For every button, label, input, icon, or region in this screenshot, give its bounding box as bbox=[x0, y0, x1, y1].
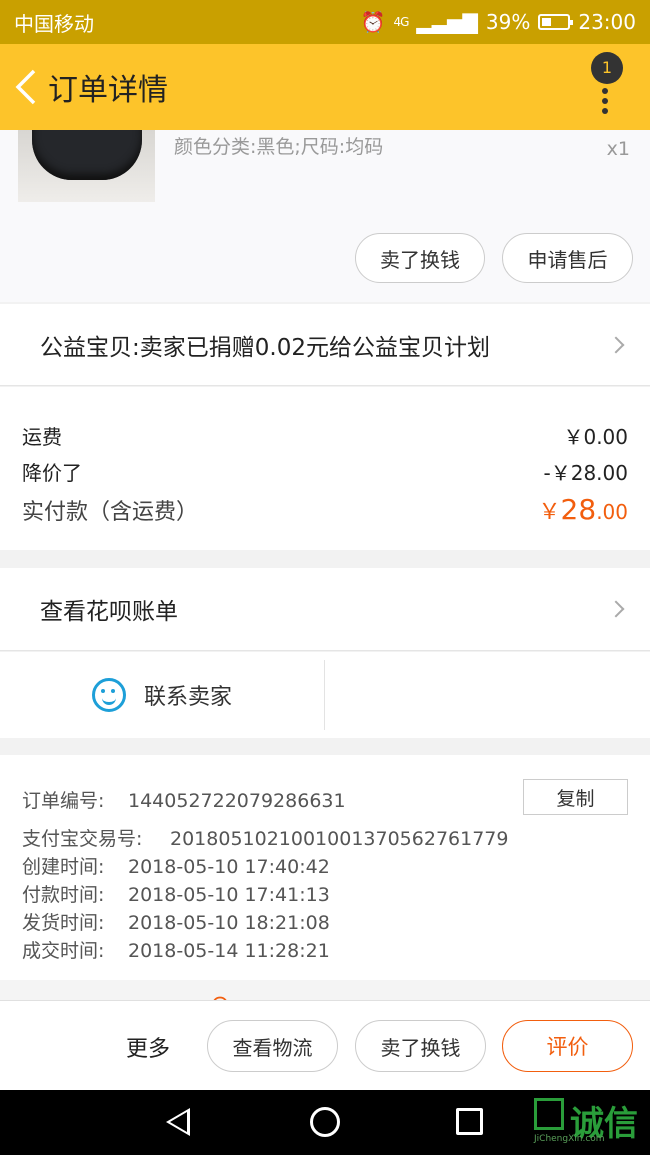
copy-button[interactable]: 复制 bbox=[523, 779, 628, 815]
paid-label: 实付款（含运费） bbox=[22, 500, 199, 525]
shipped-label: 发货时间: bbox=[22, 912, 105, 934]
discount-label: 降价了 bbox=[22, 461, 82, 485]
more-menu-button[interactable]: 1 bbox=[590, 52, 630, 122]
logistics-button[interactable]: 查看物流 bbox=[207, 1020, 338, 1072]
product-sku: 颜色分类:黑色;尺码:均码 bbox=[174, 136, 384, 158]
charity-text: 公益宝贝:卖家已捐赠0.02元给公益宝贝计划 bbox=[40, 334, 490, 361]
nav-home-icon[interactable] bbox=[310, 1107, 340, 1137]
chevron-left-icon bbox=[15, 69, 36, 105]
system-nav-bar: 诚信 JiChengXin.com bbox=[0, 1090, 650, 1155]
review-button[interactable]: 评价 bbox=[502, 1020, 633, 1072]
product-card: 颜色分类:黑色;尺码:均码 x1 卖了换钱 申请售后 bbox=[0, 130, 650, 302]
more-button[interactable]: 更多 bbox=[126, 1031, 170, 1063]
paid-time-label: 付款时间: bbox=[22, 884, 105, 906]
huabei-row[interactable]: 查看花呗账单 bbox=[0, 568, 650, 651]
huabei-text: 查看花呗账单 bbox=[40, 599, 178, 625]
contact-seller-button[interactable]: 联系卖家 bbox=[0, 660, 325, 730]
paid-amount: ￥28.00 bbox=[539, 493, 628, 526]
charity-row[interactable]: 公益宝贝:卖家已捐赠0.02元给公益宝贝计划 bbox=[0, 304, 650, 386]
watermark-icon bbox=[534, 1098, 564, 1130]
bottom-sell-button[interactable]: 卖了换钱 bbox=[355, 1020, 486, 1072]
order-no: 144052722079286631 bbox=[128, 790, 346, 812]
signal-icon: ▂▃▅▇ bbox=[416, 10, 478, 34]
contact-seller-label: 联系卖家 bbox=[143, 685, 232, 710]
clock: 23:00 bbox=[578, 10, 636, 34]
watermark-logo: 诚信 JiChengXin.com bbox=[532, 1096, 650, 1146]
notification-badge: 1 bbox=[591, 52, 623, 84]
paid-integer: 28 bbox=[560, 493, 597, 526]
paid-time: 2018-05-10 17:41:13 bbox=[128, 884, 330, 906]
bottom-action-bar: 更多 查看物流 卖了换钱 评价 bbox=[0, 1000, 650, 1090]
contact-section: 联系卖家 bbox=[0, 652, 650, 738]
alipay-no: 2018051021001001370562761779 bbox=[170, 828, 509, 850]
after-sale-button[interactable]: 申请售后 bbox=[502, 233, 633, 283]
sell-button[interactable]: 卖了换钱 bbox=[355, 233, 485, 283]
shipping-value: ￥0.00 bbox=[563, 425, 628, 449]
carrier-label: 中国移动 bbox=[14, 11, 94, 36]
completed-time: 2018-05-14 11:28:21 bbox=[128, 940, 330, 962]
battery-icon bbox=[538, 14, 574, 30]
shipping-label: 运费 bbox=[22, 425, 62, 449]
battery-percent: 39% bbox=[485, 10, 531, 34]
cutoff-banner: ⊙ ··· bbox=[0, 980, 650, 1002]
chevron-right-icon bbox=[607, 336, 625, 353]
chevron-right-icon bbox=[607, 600, 625, 618]
network-label: 4G bbox=[393, 15, 409, 29]
product-thumbnail[interactable] bbox=[18, 130, 155, 202]
alarm-icon: ⏰ bbox=[360, 10, 386, 34]
completed-label: 成交时间: bbox=[22, 940, 105, 962]
status-bar: 中国移动 ⏰ 4G ▂▃▅▇ 39% 23:00 bbox=[0, 0, 650, 44]
discount-value: -￥28.00 bbox=[543, 461, 628, 485]
created-time: 2018-05-10 17:40:42 bbox=[128, 856, 330, 878]
product-quantity: x1 bbox=[606, 138, 630, 160]
back-button[interactable] bbox=[4, 44, 48, 130]
watermark-url: JiChengXin.com bbox=[534, 1134, 605, 1144]
nav-back-icon[interactable] bbox=[166, 1108, 190, 1136]
app-bar: 订单详情 1 bbox=[0, 44, 650, 130]
fee-summary: 运费 ￥0.00 降价了 -￥28.00 实付款（含运费） ￥28.00 bbox=[0, 387, 650, 550]
currency-symbol: ￥ bbox=[538, 500, 561, 525]
alipay-label: 支付宝交易号: bbox=[22, 828, 143, 850]
order-info: 复制 订单编号: 144052722079286631 支付宝交易号: 201805… bbox=[0, 755, 650, 980]
created-label: 创建时间: bbox=[22, 856, 105, 878]
order-no-label: 订单编号: bbox=[22, 790, 105, 812]
shipped-time: 2018-05-10 18:21:08 bbox=[128, 912, 330, 934]
chat-smile-icon bbox=[91, 678, 126, 712]
page-title: 订单详情 bbox=[48, 73, 168, 108]
more-vertical-icon bbox=[602, 88, 612, 118]
nav-recents-icon[interactable] bbox=[456, 1108, 483, 1135]
paid-decimal: .00 bbox=[596, 500, 628, 524]
